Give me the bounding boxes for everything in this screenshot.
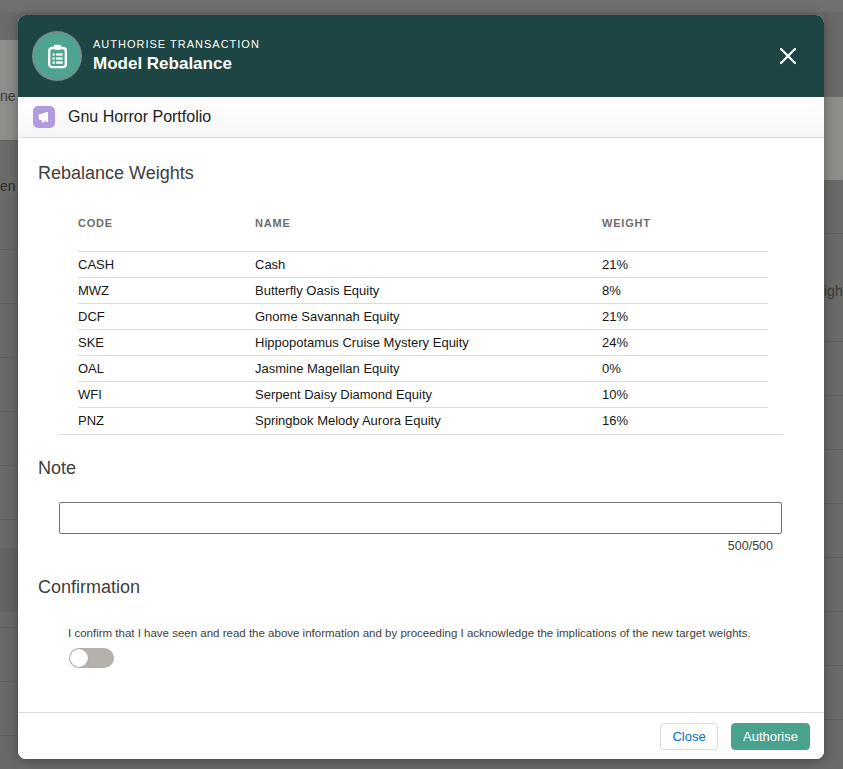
cell-weight: 24% <box>602 330 768 356</box>
background-right-panel <box>824 12 843 97</box>
cell-name: Butterfly Oasis Equity <box>255 278 602 304</box>
page: ne en igh AUTHO <box>0 0 843 769</box>
weights-table: CODE NAME WEIGHT CASHCash21%MWZButterfly… <box>78 207 768 434</box>
cell-name: Gnome Savannah Equity <box>255 304 602 330</box>
background-text-fragment: igh <box>824 283 843 299</box>
announcement-icon <box>33 106 55 128</box>
confirmation-toggle[interactable] <box>69 648 114 668</box>
cell-weight: 10% <box>602 382 768 408</box>
cell-name: Springbok Melody Aurora Equity <box>255 408 602 434</box>
close-button[interactable]: Close <box>660 723 718 750</box>
cell-weight: 8% <box>602 278 768 304</box>
cell-code: SKE <box>78 330 255 356</box>
weights-table-row: DCFGnome Savannah Equity21% <box>78 304 768 330</box>
weights-table-container: CODE NAME WEIGHT CASHCash21%MWZButterfly… <box>58 207 783 435</box>
cell-name: Jasmine Magellan Equity <box>255 356 602 382</box>
cell-weight: 0% <box>602 356 768 382</box>
cell-code: DCF <box>78 304 255 330</box>
cell-name: Hippopotamus Cruise Mystery Equity <box>255 330 602 356</box>
modal-footer: Close Authorise <box>18 712 824 759</box>
close-icon[interactable] <box>779 47 797 65</box>
authorise-button[interactable]: Authorise <box>731 723 810 750</box>
weights-table-row: CASHCash21% <box>78 252 768 278</box>
modal-eyebrow: AUTHORISE TRANSACTION <box>93 38 260 50</box>
transaction-icon <box>34 33 80 79</box>
confirmation-heading: Confirmation <box>38 577 804 598</box>
toggle-knob <box>70 649 88 667</box>
clipboard-icon <box>44 43 71 70</box>
weights-table-row: OALJasmine Magellan Equity0% <box>78 356 768 382</box>
cell-weight: 21% <box>602 252 768 278</box>
confirmation-text: I confirm that I have seen and read the … <box>68 626 804 640</box>
cell-name: Serpent Daisy Diamond Equity <box>255 382 602 408</box>
note-char-counter: 500/500 <box>38 539 773 553</box>
cell-code: WFI <box>78 382 255 408</box>
cell-code: CASH <box>78 252 255 278</box>
cell-weight: 21% <box>602 304 768 330</box>
cell-weight: 16% <box>602 408 768 434</box>
weights-table-row: MWZButterfly Oasis Equity8% <box>78 278 768 304</box>
column-header-name: NAME <box>255 207 602 252</box>
note-input[interactable] <box>59 502 782 534</box>
background-top-bar <box>0 0 843 12</box>
cell-code: OAL <box>78 356 255 382</box>
background-divider <box>0 140 18 141</box>
weights-table-row: SKEHippopotamus Cruise Mystery Equity24% <box>78 330 768 356</box>
background-text-fragment: ne <box>0 88 18 104</box>
rebalance-weights-heading: Rebalance Weights <box>38 163 804 184</box>
column-header-weight: WEIGHT <box>602 207 768 252</box>
modal-title: Model Rebalance <box>93 54 260 74</box>
column-header-code: CODE <box>78 207 255 252</box>
note-heading: Note <box>38 458 804 479</box>
modal-body: Rebalance Weights CODE NAME WEIGHT CASHC… <box>18 138 824 712</box>
background-right-rows <box>824 180 843 769</box>
model-rebalance-modal: AUTHORISE TRANSACTION Model Rebalance Gn… <box>18 15 824 759</box>
record-name: Gnu Horror Portfolio <box>68 108 211 126</box>
background-left-dark-band <box>0 548 18 612</box>
background-left-rows <box>0 196 18 769</box>
weights-table-row: PNZSpringbok Melody Aurora Equity16% <box>78 408 768 434</box>
cell-name: Cash <box>255 252 602 278</box>
cell-code: MWZ <box>78 278 255 304</box>
background-right-light <box>824 97 843 180</box>
modal-header: AUTHORISE TRANSACTION Model Rebalance <box>18 15 824 97</box>
weights-table-row: WFISerpent Daisy Diamond Equity10% <box>78 382 768 408</box>
background-text-fragment: en <box>0 178 18 194</box>
record-bar: Gnu Horror Portfolio <box>18 97 824 138</box>
cell-code: PNZ <box>78 408 255 434</box>
